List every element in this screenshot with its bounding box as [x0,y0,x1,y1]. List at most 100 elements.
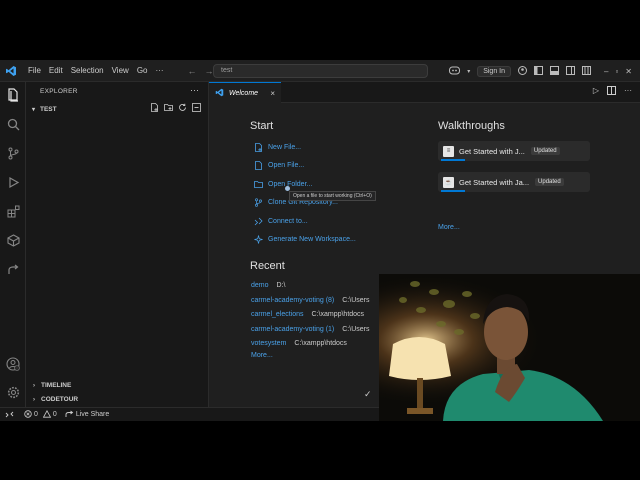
recent-item[interactable]: carmel-academy-voting (8) C:\Users [251,294,369,306]
settings-gear-icon[interactable] [5,384,21,400]
refresh-icon[interactable] [178,103,187,114]
live-share-button[interactable]: Live Share [65,410,109,420]
search-icon[interactable] [5,116,21,132]
close-icon[interactable]: × [270,89,275,98]
recent-path: C:\xampp\htdocs [294,339,347,347]
timeline-section[interactable]: › TIMELINE [26,379,209,392]
close-window-icon[interactable]: ✕ [625,67,632,76]
new-file-link[interactable]: New File... [254,141,301,153]
recent-item[interactable]: votesystem C:\xampp\htdocs [251,337,347,349]
open-file-link[interactable]: Open File... [254,159,304,171]
walkthroughs-more-link[interactable]: More... [438,224,460,231]
checkmark-icon[interactable]: ✓ [364,389,372,400]
title-bar: File Edit Selection View Go ··· ← → test… [0,60,640,82]
accounts-icon[interactable] [5,356,21,372]
menu-file[interactable]: File [24,66,45,75]
back-arrow-icon[interactable]: ← [187,66,196,76]
toggle-secondary-sidebar-icon[interactable] [566,65,575,77]
timeline-label: TIMELINE [41,382,72,389]
run-icon[interactable]: ▷ [593,86,599,97]
sidebar-title: EXPLORER [40,88,78,95]
new-folder-icon[interactable] [164,103,173,114]
recent-path: C:\xampp\htdocs [311,310,365,318]
explorer-sidebar: EXPLORER ··· ▾ TEST › TIMELINE › CODETOU… [26,82,209,407]
recent-name[interactable]: votesystem [251,340,286,347]
updated-badge: Updated [535,178,564,186]
command-center-search[interactable]: test [213,64,428,78]
sidebar-more-actions[interactable]: ··· [190,85,199,95]
open-folder-link[interactable]: Open Folder... [254,178,312,190]
activity-bar [0,82,26,407]
extensions-icon[interactable] [5,203,21,219]
vscode-window: File Edit Selection View Go ··· ← → test… [0,60,640,421]
walkthrough-card[interactable]: ≡ Get Started with J... Updated [438,141,590,161]
error-icon [24,409,32,420]
split-editor-icon[interactable] [607,86,616,97]
source-control-icon[interactable] [5,145,21,161]
folder-name: TEST [40,105,57,113]
chevron-down-icon: ▾ [32,106,36,113]
recent-item[interactable]: carmel_elections C:\xampp\htdocs [251,308,364,320]
recent-heading: Recent [250,260,285,272]
maximize-icon[interactable]: ▫ [615,67,618,76]
tab-label: Welcome [229,89,259,97]
more-actions-icon[interactable]: ··· [624,86,632,97]
open-file-label: Open File... [268,161,305,169]
open-folder-icon [254,180,263,189]
vscode-logo-icon [215,88,224,99]
menu-more[interactable]: ··· [151,66,167,75]
warning-count: 0 [52,411,57,418]
walkthrough-icon: ≡ [443,145,454,157]
generate-workspace-label: Generate New Workspace... [268,235,356,243]
codetour-section[interactable]: › CODETOUR [26,393,209,406]
walkthrough-progress [441,190,465,192]
new-file-icon[interactable] [150,103,159,114]
account-icon[interactable] [518,65,527,77]
remote-indicator-icon[interactable] [5,410,14,419]
open-folder-label: Open Folder... [268,180,313,188]
recent-more-link[interactable]: More... [251,352,273,359]
explorer-icon[interactable] [5,87,21,103]
presenter-video [379,274,640,421]
chevron-down-icon[interactable]: ▾ [467,68,470,75]
walkthrough-card[interactable]: ☕ Get Started with Ja... Updated [438,172,590,192]
menu-go[interactable]: Go [133,66,152,75]
live-share-label: Live Share [75,411,110,418]
run-debug-icon[interactable] [5,174,21,190]
remote-connect-icon [254,217,263,226]
live-share-icon [65,410,74,420]
new-file-icon [254,142,263,152]
menu-selection[interactable]: Selection [67,66,108,75]
generate-workspace-link[interactable]: Generate New Workspace... [254,233,356,245]
recent-item[interactable]: carmel-academy-voting (1) C:\Users [251,323,369,335]
recent-name[interactable]: carmel-academy-voting (8) [251,297,334,304]
vscode-logo-icon [4,64,18,78]
toggle-primary-sidebar-icon[interactable] [534,65,543,77]
new-file-label: New File... [268,143,302,151]
menu-edit[interactable]: Edit [45,66,67,75]
sign-in-button[interactable]: Sign In [477,65,511,77]
recent-item[interactable]: demo D:\ [251,279,285,291]
git-clone-icon [254,197,263,207]
problems-indicator[interactable]: 0 0 [24,409,57,420]
tab-welcome[interactable]: Welcome × [209,82,281,103]
workspace-folder[interactable]: ▾ TEST [26,102,209,116]
warning-icon [42,409,52,420]
menu-view[interactable]: View [108,66,133,75]
connect-to-link[interactable]: Connect to... [254,215,308,227]
copilot-icon[interactable] [449,66,461,77]
recent-name[interactable]: carmel_elections [251,311,304,318]
containers-icon[interactable] [5,232,21,248]
start-heading: Start [250,120,274,132]
toggle-panel-icon[interactable] [550,65,559,77]
live-share-icon[interactable] [5,261,21,277]
recent-path: D:\ [276,281,286,289]
recent-name[interactable]: carmel-academy-voting (1) [251,326,334,333]
updated-badge: Updated [530,147,560,155]
walkthroughs-heading: Walkthroughs [438,120,505,132]
collapse-all-icon[interactable] [192,103,201,114]
recent-path: C:\Users [342,296,370,304]
recent-name[interactable]: demo [251,282,269,289]
customize-layout-icon[interactable] [582,65,591,77]
minimize-icon[interactable]: – [604,67,608,76]
